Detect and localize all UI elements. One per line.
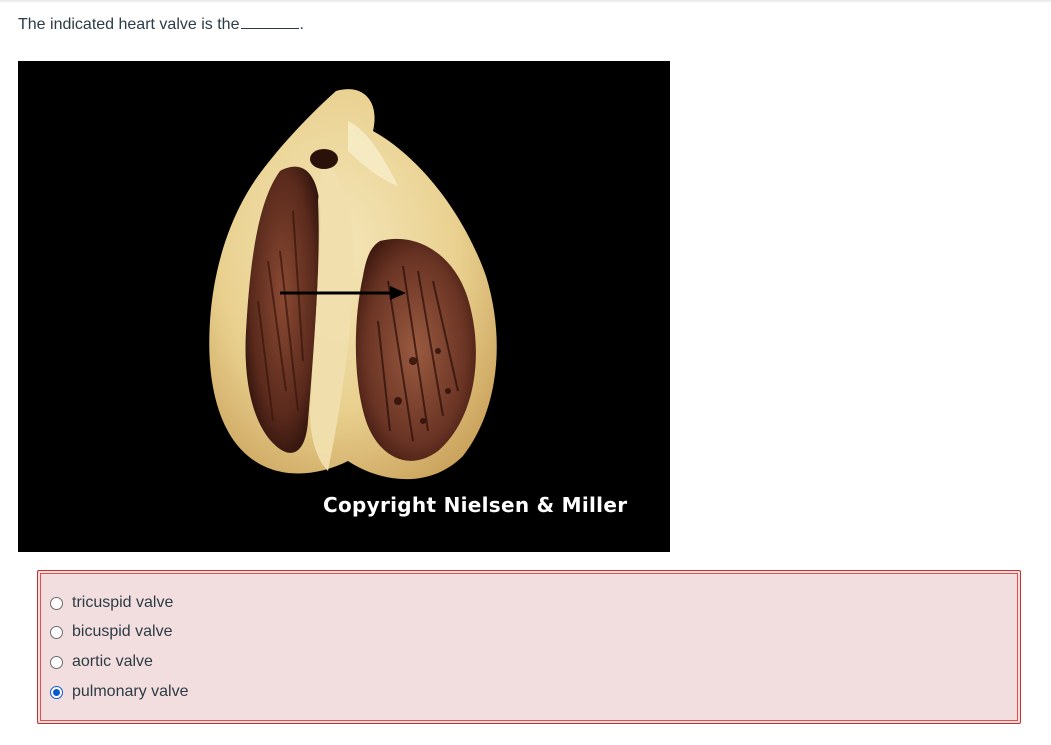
answer-label[interactable]: bicuspid valve <box>72 623 173 641</box>
answer-label[interactable]: tricuspid valve <box>72 594 173 612</box>
heart-illustration <box>209 89 497 480</box>
fill-blank-line <box>241 14 300 29</box>
answer-label[interactable]: pulmonary valve <box>72 683 189 701</box>
answer-option-aortic[interactable]: aortic valve <box>50 651 153 673</box>
answer-choices-panel: tricuspid valve bicuspid valve aortic va… <box>37 570 1021 724</box>
answer-option-pulmonary[interactable]: pulmonary valve <box>50 681 189 703</box>
heart-specimen-image: Copyright Nielsen & Miller <box>18 61 670 552</box>
question-prompt: The indicated heart valve is the. <box>18 14 304 33</box>
copyright-watermark: Copyright Nielsen & Miller <box>323 493 628 517</box>
radio-button[interactable] <box>50 625 63 639</box>
top-divider <box>0 0 1051 3</box>
answer-option-tricuspid[interactable]: tricuspid valve <box>50 592 173 614</box>
radio-button[interactable] <box>50 596 63 610</box>
radio-button[interactable] <box>50 655 63 669</box>
radio-button-selected[interactable] <box>50 685 63 699</box>
answer-option-bicuspid[interactable]: bicuspid valve <box>50 621 173 643</box>
question-text: The indicated heart valve is the <box>18 16 240 33</box>
quiz-page: The indicated heart valve is the. Copyri… <box>0 0 1051 745</box>
answer-label[interactable]: aortic valve <box>72 653 153 671</box>
vessel-opening <box>310 149 338 169</box>
